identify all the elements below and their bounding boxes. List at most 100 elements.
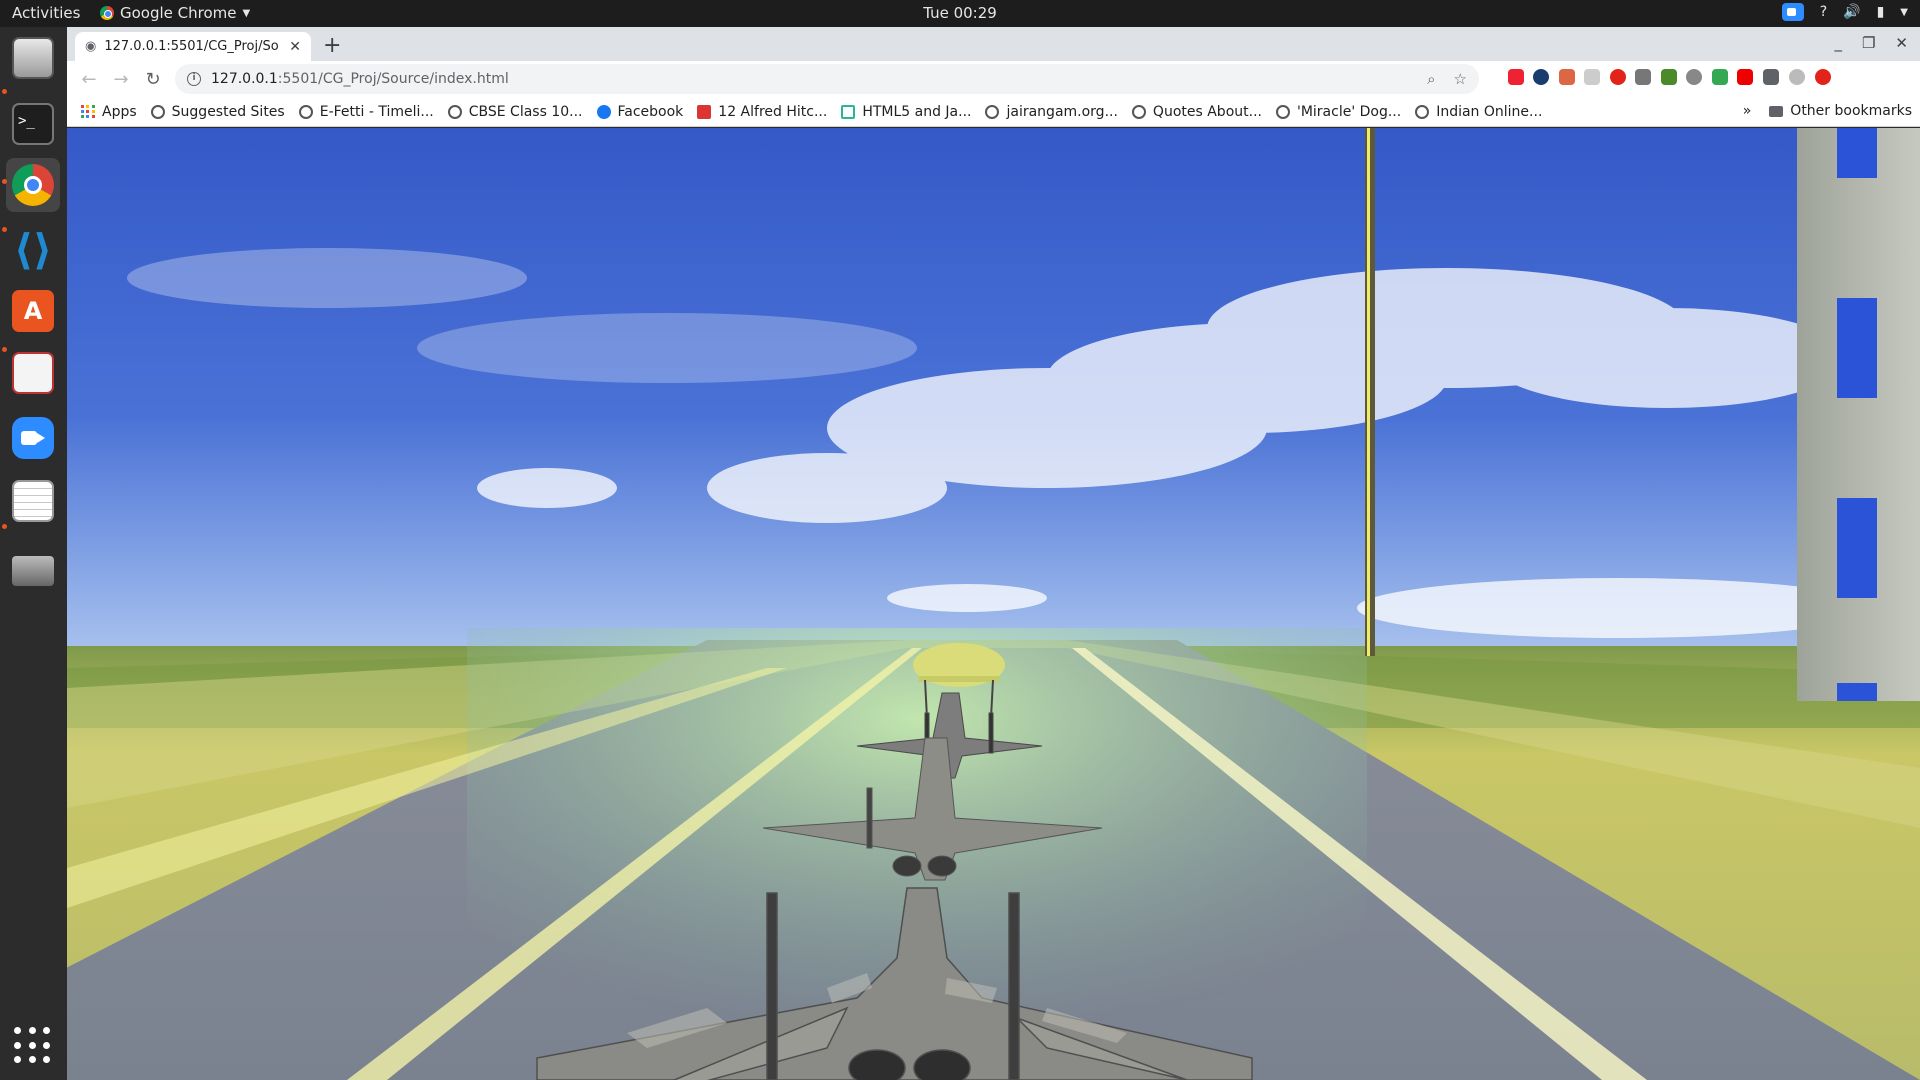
extension-opera-icon[interactable] (1610, 69, 1626, 85)
globe-icon (1275, 104, 1290, 119)
other-bookmarks[interactable]: Other bookmarks (1769, 103, 1912, 119)
facebook-icon (596, 104, 611, 119)
dock-files[interactable] (6, 31, 60, 85)
bookmark-item[interactable]: Suggested Sites (150, 103, 285, 120)
extension-tp-icon[interactable] (1508, 69, 1524, 85)
vscode-icon: ⟨⟩ (13, 225, 53, 274)
extension-youtube-icon[interactable] (1737, 69, 1753, 85)
reload-button[interactable]: ↻ (137, 69, 169, 90)
bookmark-label: Suggested Sites (171, 103, 285, 120)
url-host: 127.0.0.1 (211, 71, 278, 87)
bookmark-label: Apps (102, 103, 137, 120)
tab-active[interactable]: ◉ 127.0.0.1:5501/CG_Proj/So ✕ (75, 32, 311, 61)
bookmark-item[interactable]: CBSE Class 10... (447, 103, 583, 120)
bookmark-item[interactable]: jairangam.org... (985, 103, 1118, 120)
bookmark-item[interactable]: Quotes About... (1131, 103, 1262, 120)
globe-icon (298, 104, 313, 119)
dock-text-editor[interactable] (6, 474, 60, 528)
extension-icon[interactable] (1559, 69, 1575, 85)
scanner-icon (12, 556, 54, 586)
globe-icon (447, 104, 462, 119)
close-tab-icon[interactable]: ✕ (289, 39, 301, 55)
url-path: :5501/CG_Proj/Source/index.html (277, 71, 509, 87)
zoom-tray-icon[interactable] (1781, 3, 1804, 21)
bookmark-label: Quotes About... (1152, 103, 1262, 120)
bookmark-star-icon[interactable]: ☆ (1454, 70, 1467, 88)
globe-icon (1131, 104, 1146, 119)
extension-clock-icon[interactable] (1533, 69, 1549, 85)
battery-icon[interactable]: ▮ (1877, 4, 1885, 20)
bookmark-item[interactable]: 12 Alfred Hitc... (697, 104, 827, 120)
dock-terminal[interactable]: >_ (6, 97, 60, 151)
bookmark-item[interactable]: Indian Online... (1415, 104, 1542, 120)
bookmark-label: 12 Alfred Hitc... (718, 103, 828, 120)
bookmark-label: Facebook (617, 103, 684, 120)
dock-scanner[interactable] (6, 539, 60, 593)
system-tray[interactable]: ? 🔊 ▮ ▼ (1781, 3, 1908, 21)
tab-strip: ◉ 127.0.0.1:5501/CG_Proj/So ✕ + _ ❐ ✕ (67, 27, 1920, 61)
bookmark-label: CBSE Class 10... (468, 103, 583, 120)
extension-shield-icon[interactable] (1712, 69, 1728, 85)
activities-button[interactable]: Activities (12, 4, 80, 22)
update-menu-icon[interactable] (1815, 69, 1831, 85)
help-icon[interactable]: ? (1820, 4, 1827, 20)
zoom-magnifier-icon[interactable]: ⌕ (1427, 70, 1435, 88)
flight-scene (67, 128, 1920, 1080)
chevron-down-icon: ▼ (242, 7, 251, 19)
forward-button[interactable]: → (105, 69, 137, 90)
dock-software-center[interactable]: A (6, 284, 60, 338)
chrome-icon (100, 6, 114, 20)
dock: >_ ⟨⟩ A (0, 27, 67, 1080)
back-button[interactable]: ← (73, 69, 105, 90)
new-tab-button[interactable]: + (323, 33, 341, 58)
globe-icon (150, 104, 165, 119)
restore-button[interactable]: ❐ (1862, 34, 1875, 52)
terminal-icon: >_ (12, 103, 54, 145)
extension-pv-icon[interactable] (1584, 69, 1600, 85)
show-applications-icon[interactable] (14, 1027, 52, 1065)
extensions-puzzle-icon[interactable] (1763, 69, 1779, 85)
bookmark-label: jairangam.org... (1006, 103, 1118, 120)
globe-icon (985, 104, 1000, 119)
building (1797, 128, 1920, 701)
folder-icon (1769, 105, 1784, 117)
dock-chrome[interactable] (6, 158, 60, 212)
extension-green-icon[interactable] (1661, 69, 1677, 85)
bookmark-item[interactable]: HTML5 and Ja... (841, 104, 971, 120)
profile-avatar-icon[interactable] (1789, 69, 1805, 85)
bookmark-label: HTML5 and Ja... (862, 103, 972, 120)
app-menu[interactable]: Google Chrome ▼ (100, 4, 250, 22)
app-menu-label: Google Chrome (120, 4, 237, 22)
chevron-down-icon[interactable]: ▼ (1900, 7, 1908, 18)
dock-zoom[interactable] (6, 411, 60, 465)
bookmark-apps[interactable]: Apps (81, 104, 137, 120)
bookmark-item[interactable]: Facebook (596, 103, 684, 120)
tab-title: 127.0.0.1:5501/CG_Proj/So (104, 39, 279, 54)
bookmark-label: E-Fetti - Timeli... (319, 103, 434, 120)
apps-grid-icon (81, 104, 95, 119)
minimize-button[interactable]: _ (1834, 34, 1842, 52)
extension-chart-icon[interactable] (1635, 69, 1651, 85)
clock[interactable]: Tue 00:29 (923, 4, 997, 22)
dock-document-viewer[interactable] (6, 346, 60, 400)
other-bookmarks-label: Other bookmarks (1790, 103, 1912, 119)
bookmark-label: 'Miracle' Dog... (1296, 103, 1402, 120)
webgl-canvas[interactable] (67, 128, 1920, 1080)
bookmark-item[interactable]: E-Fetti - Timeli... (298, 103, 434, 120)
info-icon[interactable]: i (187, 72, 201, 86)
browser-toolbar: ← → ↻ i 127.0.0.1:5501/CG_Proj/Source/in… (67, 61, 1920, 97)
bookmark-item[interactable]: 'Miracle' Dog... (1275, 103, 1402, 120)
dock-vscode[interactable]: ⟨⟩ (6, 223, 60, 277)
shopping-bag-icon: A (12, 290, 54, 332)
gnome-top-bar: Activities Google Chrome ▼ Tue 00:29 ? 🔊… (0, 0, 1920, 27)
close-window-button[interactable]: ✕ (1895, 34, 1908, 52)
extension-cloud-icon[interactable] (1686, 69, 1702, 85)
bookmarks-overflow-button[interactable]: » (1743, 103, 1752, 119)
text-editor-icon (12, 480, 54, 522)
zoom-icon (12, 417, 54, 459)
address-bar[interactable]: i 127.0.0.1:5501/CG_Proj/Source/index.ht… (175, 64, 1479, 94)
globe-icon (1415, 104, 1430, 119)
volume-icon[interactable]: 🔊 (1843, 4, 1860, 20)
html5-icon (841, 104, 856, 119)
document-viewer-icon (12, 352, 54, 394)
